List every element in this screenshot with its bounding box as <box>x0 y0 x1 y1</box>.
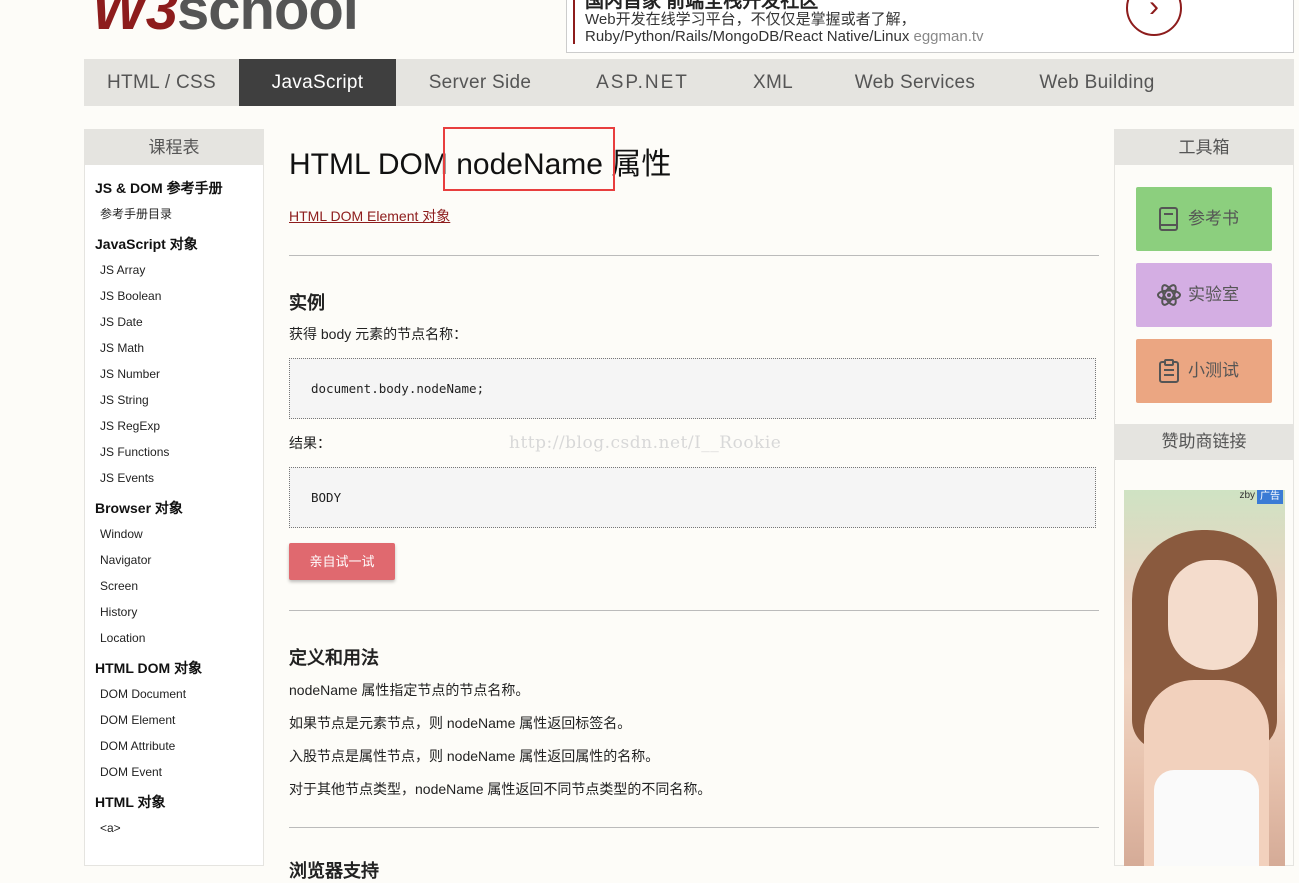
sidebar-item-dom-document[interactable]: DOM Document <box>95 681 263 707</box>
sidebar-group-title: JavaScript 对象 <box>95 236 198 252</box>
divider <box>289 610 1099 611</box>
tab-web-building[interactable]: Web Building <box>1005 59 1189 106</box>
sidebar-item-history[interactable]: History <box>95 599 263 625</box>
sponsor-ad-image[interactable]: zby 广告 <box>1124 490 1285 866</box>
toolbox-sidebar: 工具箱 参考书 实验室 小测试 赞助商链接 zby 广告 <box>1114 129 1294 866</box>
example-code-block: document.body.nodeName; <box>289 358 1096 419</box>
book-icon <box>1159 207 1178 231</box>
sidebar-group-html-dom: HTML DOM 对象 DOM Document DOM Element DOM… <box>85 655 263 785</box>
definition-line: 如果节点是元素节点，则 nodeName 属性返回标签名。 <box>289 715 632 731</box>
tab-html-css[interactable]: HTML / CSS <box>84 59 239 106</box>
sidebar-item-reference-index[interactable]: 参考手册目录 <box>95 201 263 227</box>
ad-source-label: zby <box>1239 490 1255 501</box>
sidebar-item-js-functions[interactable]: JS Functions <box>95 439 263 465</box>
clipboard-icon <box>1159 359 1179 383</box>
sidebar-item-window[interactable]: Window <box>95 521 263 547</box>
result-output-block: BODY <box>289 467 1096 528</box>
sidebar-group-browser: Browser 对象 Window Navigator Screen Histo… <box>85 495 263 651</box>
browser-support-heading: 浏览器支持 <box>289 861 379 881</box>
reference-book-button[interactable]: 参考书 <box>1136 187 1272 251</box>
definition-line: 对于其他节点类型，nodeName 属性返回不同节点类型的不同名称。 <box>289 781 712 797</box>
course-sidebar-title: 课程表 <box>85 130 263 165</box>
course-sidebar: 课程表 JS & DOM 参考手册 参考手册目录 JavaScript 对象 J… <box>84 129 264 866</box>
ad-accent-bar <box>573 0 575 44</box>
sidebar-group-title: Browser 对象 <box>95 500 183 516</box>
sidebar-group-js-objects: JavaScript 对象 JS Array JS Boolean JS Dat… <box>85 231 263 491</box>
example-description: 获得 body 元素的节点名称： <box>289 326 468 342</box>
main-nav: HTML / CSS JavaScript Server Side ASP.NE… <box>84 59 1294 106</box>
sidebar-group-html-objects: HTML 对象 <a> <box>85 789 263 841</box>
sidebar-item-js-events[interactable]: JS Events <box>95 465 263 491</box>
tab-web-services[interactable]: Web Services <box>825 59 1005 106</box>
sidebar-item-dom-attribute[interactable]: DOM Attribute <box>95 733 263 759</box>
tool-label: 参考书 <box>1188 209 1239 228</box>
tool-label: 小测试 <box>1188 361 1239 380</box>
sponsor-links-title: 赞助商链接 <box>1115 424 1293 460</box>
definition-line: 入股节点是属性节点，则 nodeName 属性返回属性的名称。 <box>289 748 660 764</box>
tab-xml[interactable]: XML <box>721 59 825 106</box>
title-highlight-box <box>443 127 615 191</box>
site-header: W3school 国内首家 前端全栈开发社区 Web开发在线学习平台，不仅仅是掌… <box>0 0 1299 59</box>
sidebar-group-title: HTML DOM 对象 <box>95 660 203 676</box>
sidebar-item-dom-event[interactable]: DOM Event <box>95 759 263 785</box>
watermark-text: http://blog.csdn.net/I__Rookie <box>509 433 782 453</box>
sidebar-item-dom-element[interactable]: DOM Element <box>95 707 263 733</box>
sidebar-group-title: JS & DOM 参考手册 <box>95 180 223 196</box>
ad-badge: 广告 <box>1257 490 1283 504</box>
sidebar-item-js-number[interactable]: JS Number <box>95 361 263 387</box>
top-ad-banner[interactable]: 国内首家 前端全栈开发社区 Web开发在线学习平台，不仅仅是掌握或者了解， Ru… <box>566 0 1294 53</box>
divider <box>289 255 1099 256</box>
ad-text-line-2: Ruby/Python/Rails/MongoDB/React Native/L… <box>585 28 984 45</box>
w3school-logo[interactable]: W3school <box>92 0 359 43</box>
sidebar-item-js-math[interactable]: JS Math <box>95 335 263 361</box>
sidebar-item-navigator[interactable]: Navigator <box>95 547 263 573</box>
example-heading: 实例 <box>289 293 325 313</box>
chevron-right-icon[interactable]: › <box>1126 0 1182 36</box>
tab-server-side[interactable]: Server Side <box>396 59 564 106</box>
try-it-button[interactable]: 亲自试一试 <box>289 543 395 580</box>
sidebar-item-js-boolean[interactable]: JS Boolean <box>95 283 263 309</box>
sidebar-item-a-tag[interactable]: <a> <box>95 815 263 841</box>
definition-line: nodeName 属性指定节点的节点名称。 <box>289 682 530 698</box>
definition-heading: 定义和用法 <box>289 648 379 668</box>
result-label: 结果： <box>289 435 331 451</box>
quiz-button[interactable]: 小测试 <box>1136 339 1272 403</box>
toolbox-title: 工具箱 <box>1115 130 1293 165</box>
back-link-dom-element[interactable]: HTML DOM Element 对象 <box>289 206 450 226</box>
sidebar-group-title: HTML 对象 <box>95 794 166 810</box>
divider <box>289 827 1099 828</box>
ad-site-name: eggman.tv <box>913 28 984 45</box>
sidebar-item-js-array[interactable]: JS Array <box>95 257 263 283</box>
sidebar-item-js-regexp[interactable]: JS RegExp <box>95 413 263 439</box>
lab-button[interactable]: 实验室 <box>1136 263 1272 327</box>
atom-icon <box>1157 284 1181 306</box>
tab-javascript[interactable]: JavaScript <box>239 59 396 106</box>
sidebar-item-location[interactable]: Location <box>95 625 263 651</box>
tool-label: 实验室 <box>1188 285 1239 304</box>
sidebar-group-js-dom: JS & DOM 参考手册 参考手册目录 <box>85 175 263 227</box>
sidebar-item-js-string[interactable]: JS String <box>95 387 263 413</box>
tab-asp-net[interactable]: ASP.NET <box>564 59 721 106</box>
sidebar-item-screen[interactable]: Screen <box>95 573 263 599</box>
sidebar-item-js-date[interactable]: JS Date <box>95 309 263 335</box>
ad-text-line-1: Web开发在线学习平台，不仅仅是掌握或者了解， <box>585 11 916 28</box>
